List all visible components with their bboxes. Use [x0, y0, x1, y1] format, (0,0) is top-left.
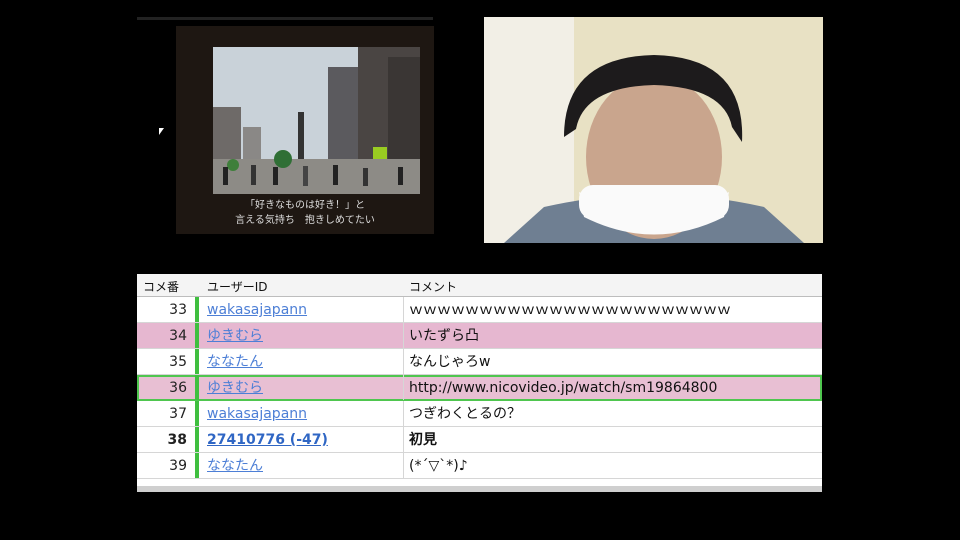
slide-photo	[213, 47, 420, 194]
user-marker	[195, 323, 199, 348]
user-marker	[195, 427, 199, 452]
column-divider	[403, 375, 404, 400]
user-link[interactable]: wakasajapann	[207, 297, 307, 323]
webcam-view	[484, 17, 823, 243]
user-marker	[195, 297, 199, 322]
user-link[interactable]: ななたん	[207, 349, 263, 375]
row-number: 38	[167, 432, 187, 448]
slide-caption-line2: 言える気持ち 抱きしめてたい	[235, 215, 375, 226]
row-number: 37	[169, 406, 187, 422]
user-marker	[195, 453, 199, 478]
user-marker	[195, 375, 199, 400]
column-divider	[403, 349, 404, 374]
header-user[interactable]: ユーザーID	[207, 278, 268, 295]
slide-caption: 「好きなものは好き！」と 言える気持ち 抱きしめてたい	[176, 198, 434, 228]
grid-header: コメ番 ユーザーID コメント	[137, 274, 822, 297]
user-marker	[195, 401, 199, 426]
slide-caption-line1: 「好きなものは好き！」と	[245, 200, 365, 211]
column-divider	[403, 401, 404, 426]
row-number: 34	[169, 328, 187, 344]
row-number: 36	[169, 380, 187, 396]
column-divider	[403, 323, 404, 348]
row-comment: http://www.nicovideo.jp/watch/sm19864800	[409, 380, 718, 396]
user-link[interactable]: ゆきむら	[207, 375, 263, 401]
comment-grid: コメ番 ユーザーID コメント 33 wakasajapann ｗｗｗｗｗｗｗｗ…	[137, 274, 822, 492]
table-row[interactable]: 38 27410776 (-47) 初見	[137, 427, 822, 453]
row-number: 35	[169, 354, 187, 370]
table-row[interactable]: 34 ゆきむら いたずら凸	[137, 323, 822, 349]
table-row[interactable]: 39 ななたん (*´▽`*)♪	[137, 453, 822, 479]
column-divider	[403, 297, 404, 322]
column-divider	[403, 453, 404, 478]
user-marker	[195, 349, 199, 374]
table-row[interactable]: 37 wakasajapann つぎわくとるの？	[137, 401, 822, 427]
row-comment: (*´▽`*)♪	[409, 458, 468, 474]
row-comment: つぎわくとるの？	[409, 406, 521, 422]
row-comment: いたずら凸	[409, 328, 479, 344]
header-number[interactable]: コメ番	[143, 278, 179, 295]
user-link[interactable]: 27410776 (-47)	[207, 427, 328, 453]
row-number: 33	[169, 302, 187, 318]
header-comment[interactable]: コメント	[409, 278, 457, 295]
column-divider	[403, 427, 404, 452]
row-comment: ｗｗｗｗｗｗｗｗｗｗｗｗｗｗｗｗｗｗｗｗｗｗｗ	[409, 302, 731, 318]
table-row[interactable]: 35 ななたん なんじゃろw	[137, 349, 822, 375]
table-row-selected[interactable]: 36 ゆきむら http://www.nicovideo.jp/watch/sm…	[137, 375, 822, 401]
user-link[interactable]: ゆきむら	[207, 323, 263, 349]
row-number: 39	[169, 458, 187, 474]
user-link[interactable]: ななたん	[207, 453, 263, 479]
mouse-cursor-icon	[159, 128, 164, 135]
row-comment: 初見	[409, 432, 437, 448]
slide-top-bar	[137, 17, 433, 20]
row-comment: なんじゃろw	[409, 354, 491, 370]
user-link[interactable]: wakasajapann	[207, 401, 307, 427]
table-row[interactable]: 33 wakasajapann ｗｗｗｗｗｗｗｗｗｗｗｗｗｗｗｗｗｗｗｗｗｗｗ	[137, 297, 822, 323]
